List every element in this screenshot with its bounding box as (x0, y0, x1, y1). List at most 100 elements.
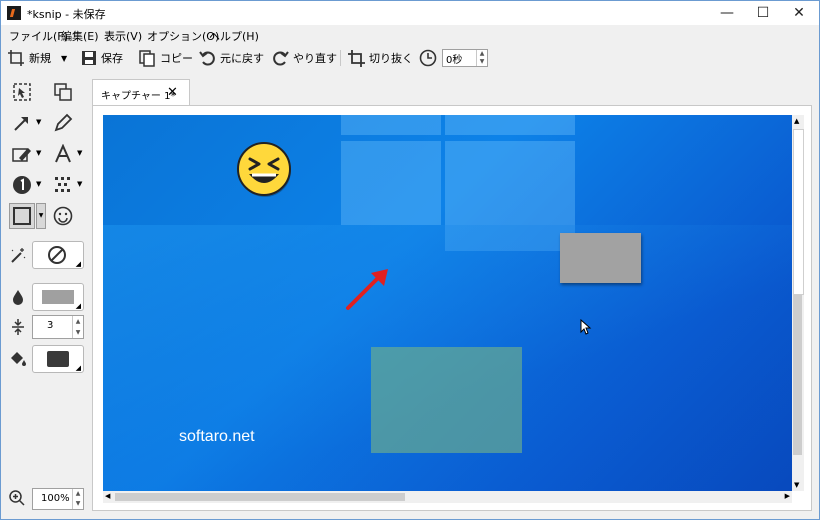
scroll-down-icon[interactable]: ▼ (794, 481, 799, 489)
save-button[interactable]: 保存 (81, 48, 123, 68)
effect-icon (6, 244, 30, 268)
spin-arrows-icon[interactable]: ▲ ▼ (476, 50, 487, 66)
zoom-spinbox[interactable]: 100% ▲ ▼ (32, 488, 84, 510)
crop-button[interactable]: 切り抜く (348, 48, 413, 68)
new-button[interactable]: 新規 ▼ (7, 48, 67, 68)
rectangle-icon (13, 207, 31, 225)
window-title: *ksnip - 未保存 (27, 8, 106, 21)
save-icon (82, 51, 96, 65)
smiley-icon (53, 206, 73, 226)
undo-label: 元に戻す (220, 52, 264, 65)
effect-dropdown[interactable]: ◢ (32, 241, 84, 269)
droplet-icon (13, 290, 23, 305)
spin-arrows-icon[interactable]: ▲ ▼ (72, 316, 83, 338)
new-label: 新規 (29, 52, 51, 65)
size-value: 3 (47, 320, 54, 331)
copy-button[interactable]: コピー (139, 48, 193, 68)
title-bar: *ksnip - 未保存 — ☐ ✕ (1, 1, 819, 25)
menu-file[interactable]: ファイル(F) (9, 28, 68, 44)
pencil-icon (54, 113, 73, 132)
arrow-icon (14, 117, 28, 131)
sticker-tool[interactable] (51, 204, 75, 228)
light-pane (341, 141, 441, 225)
pixelate-icon (55, 177, 70, 192)
text-tool[interactable]: ▼ (51, 142, 82, 166)
grey-rectangle-annotation (560, 233, 641, 283)
scroll-thumb[interactable] (793, 295, 802, 455)
menu-help[interactable]: ヘルプ(H) (209, 28, 259, 44)
undo-button[interactable]: 元に戻す (199, 48, 264, 68)
magnifier-icon (9, 490, 25, 506)
spin-arrows-icon[interactable]: ▲ ▼ (72, 489, 83, 509)
vertical-scrollbar[interactable]: ▲ ▼ (792, 115, 804, 491)
chevron-down-icon[interactable]: ▼ (36, 118, 41, 126)
undo-icon (199, 50, 215, 65)
scroll-up-icon[interactable]: ▲ (794, 117, 799, 125)
light-pane (341, 115, 441, 135)
color-swatch (42, 290, 74, 304)
close-button[interactable]: ✕ (776, 1, 820, 25)
chevron-down-icon[interactable]: ▼ (61, 54, 67, 63)
magic-wand-icon (11, 248, 26, 263)
size-icon (6, 315, 30, 339)
zoom-icon (9, 490, 25, 509)
tab-capture-1[interactable]: キャプチャー 1* ✕ (92, 79, 190, 106)
chevron-down-icon[interactable]: ▼ (36, 180, 41, 188)
duplicate-tool[interactable] (51, 80, 75, 104)
scroll-left-icon[interactable]: ◀ (105, 492, 110, 500)
app-window: *ksnip - 未保存 — ☐ ✕ ファイル(F) 編集(E) 表示(V) オ… (0, 0, 820, 520)
redo-icon (273, 50, 289, 65)
rectangle-tool[interactable] (9, 203, 35, 229)
paint-bucket-icon (11, 352, 26, 366)
select-icon (13, 83, 31, 101)
color-drop-icon (6, 285, 30, 309)
delay-clock (419, 48, 437, 68)
scroll-right-icon[interactable]: ▶ (785, 492, 790, 500)
ksnip-logo-icon (7, 6, 21, 20)
chevron-down-icon[interactable]: ▼ (36, 203, 46, 229)
close-icon[interactable]: ✕ (167, 85, 178, 100)
fill-icon (6, 347, 30, 371)
arrow-tool[interactable]: ▼ (10, 111, 41, 135)
chevron-down-icon[interactable]: ▼ (77, 180, 82, 188)
horizontal-scrollbar[interactable]: ◀ ▶ (103, 491, 792, 503)
light-pane (445, 115, 575, 135)
scroll-thumb[interactable] (115, 493, 405, 501)
dropdown-corner-icon: ◢ (75, 302, 81, 310)
scroll-track-upper (793, 129, 804, 295)
chevron-down-icon[interactable]: ▼ (36, 149, 41, 157)
new-capture-icon (8, 50, 24, 66)
highlight-rectangle-annotation (371, 347, 522, 453)
number-tool[interactable]: ▼ (10, 173, 41, 197)
redo-button[interactable]: やり直す (272, 48, 337, 68)
watermark-text: softaro.net (179, 428, 255, 445)
select-tool[interactable] (10, 80, 34, 104)
crop-icon (348, 49, 365, 67)
blur-tool[interactable]: ▼ (51, 173, 82, 197)
tool-panel: ▼ ▼ ▼ ▼ ▼ ▼ ◢ ◢ 3 ▲ ▼ ◢ (1, 75, 91, 515)
fill-swatch (47, 351, 69, 367)
menu-view[interactable]: 表示(V) (104, 28, 142, 44)
copy-icon (139, 49, 155, 67)
pen-tool[interactable] (51, 111, 75, 135)
save-label: 保存 (101, 52, 123, 65)
text-icon (55, 144, 71, 163)
marker-tool[interactable]: ▼ (10, 142, 41, 166)
clock-icon (419, 49, 437, 67)
number-badge-icon (13, 176, 31, 194)
tab-label: キャプチャー 1* (101, 91, 176, 102)
marker-icon (12, 148, 31, 162)
menu-edit[interactable]: 編集(E) (61, 28, 99, 44)
color-picker[interactable]: ◢ (32, 283, 84, 311)
chevron-down-icon[interactable]: ▼ (77, 149, 82, 157)
crop-label: 切り抜く (369, 52, 413, 65)
capture-canvas[interactable]: softaro.net (103, 115, 792, 491)
delay-spinbox[interactable]: 0秒 ▲ ▼ (442, 49, 488, 67)
fill-picker[interactable]: ◢ (32, 345, 84, 373)
delay-value: 0秒 (446, 55, 463, 66)
copy-label: コピー (160, 52, 193, 65)
redo-label: やり直す (293, 52, 337, 65)
size-spinbox[interactable]: 3 ▲ ▼ (32, 315, 84, 339)
dropdown-corner-icon: ◢ (75, 260, 81, 268)
resize-vertical-icon (12, 319, 24, 335)
